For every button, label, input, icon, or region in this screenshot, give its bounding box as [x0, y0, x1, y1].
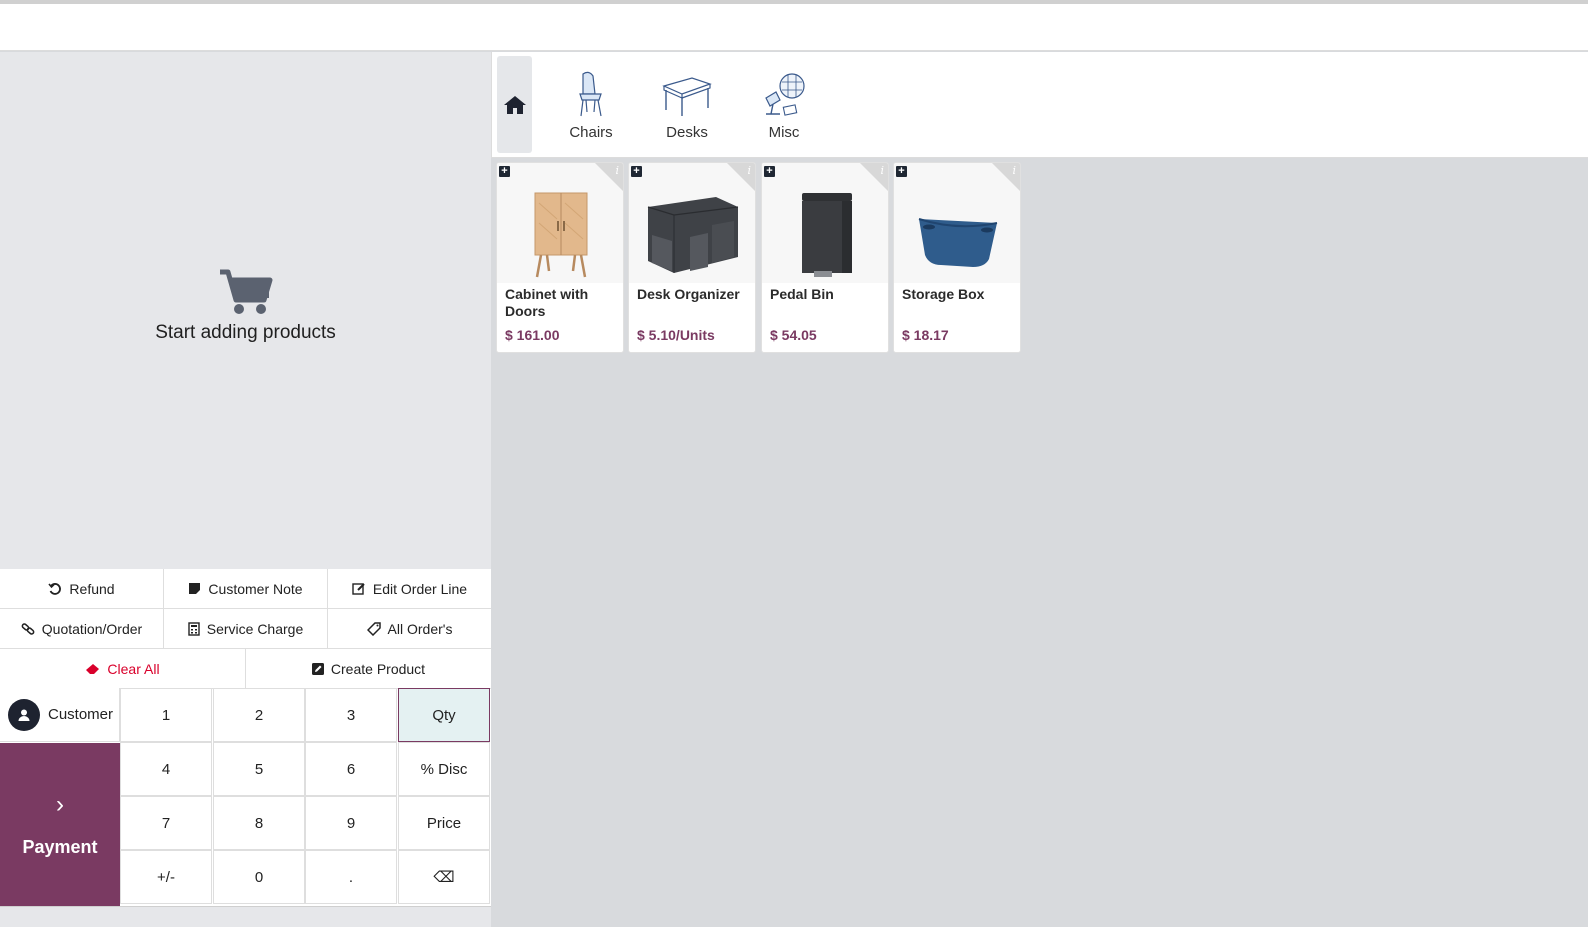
eraser-icon: [86, 663, 100, 674]
product-card[interactable]: + i Storage Box $ 18.17: [893, 162, 1021, 353]
all-orders-button[interactable]: All Order's: [328, 609, 491, 649]
sticky-note-icon: [189, 583, 201, 594]
payment-button[interactable]: › Payment: [0, 743, 120, 906]
numpad-key-8[interactable]: 8: [213, 796, 305, 850]
customer-button[interactable]: Customer: [0, 688, 120, 742]
add-product-icon[interactable]: +: [896, 166, 907, 177]
add-product-icon[interactable]: +: [631, 166, 642, 177]
clear-all-button[interactable]: Clear All: [0, 649, 246, 689]
numpad-key-5[interactable]: 5: [213, 742, 305, 796]
home-icon: [503, 95, 526, 114]
category-label: Chairs: [569, 124, 613, 141]
create-product-label: Create Product: [330, 660, 426, 677]
link-icon: [21, 622, 35, 635]
empty-cart-message: Start adding products: [155, 322, 336, 343]
numpad-key-7[interactable]: 7: [120, 796, 212, 850]
desk-icon: [662, 77, 712, 116]
numpad-key-3[interactable]: 3: [305, 688, 397, 742]
backspace-button[interactable]: ⌫: [398, 850, 490, 904]
edit-order-line-button[interactable]: Edit Order Line: [328, 569, 491, 609]
price-mode-button[interactable]: Price: [398, 796, 490, 850]
category-label: Desks: [666, 124, 708, 141]
quotation-order-button[interactable]: Quotation/Order: [0, 609, 164, 649]
quotation-order-label: Quotation/Order: [41, 620, 143, 637]
calculator-icon: [188, 621, 200, 636]
control-row-3: Clear All Create Product: [0, 649, 491, 689]
product-price: $ 161.00: [505, 327, 560, 343]
empty-cart-state: Start adding products: [0, 268, 491, 344]
info-icon[interactable]: i: [747, 164, 751, 177]
user-avatar-icon: [8, 698, 40, 731]
numpad-key-9[interactable]: 9: [305, 796, 397, 850]
cabinet-icon: [534, 192, 588, 278]
left-pane-footer: [0, 906, 491, 927]
shopping-cart-icon: [219, 269, 272, 314]
payment-label: Payment: [22, 837, 98, 857]
product-name: Cabinet with Doors: [505, 286, 589, 319]
pencil-square-icon: [311, 662, 324, 675]
refund-label: Refund: [69, 580, 115, 597]
desk-organizer-icon: [647, 197, 739, 273]
add-product-icon[interactable]: +: [764, 166, 775, 177]
customer-note-label: Customer Note: [208, 580, 303, 597]
numpad-key-6[interactable]: 6: [305, 742, 397, 796]
info-icon[interactable]: i: [1012, 164, 1016, 177]
product-price: $ 54.05: [770, 327, 817, 343]
storage-box-icon: [918, 218, 998, 267]
category-misc[interactable]: Misc: [749, 70, 819, 141]
category-chairs[interactable]: Chairs: [556, 70, 626, 141]
category-desks[interactable]: Desks: [652, 70, 722, 141]
numpad-key-0[interactable]: 0: [213, 850, 305, 904]
service-charge-button[interactable]: Service Charge: [164, 609, 328, 649]
lamp-icon: [765, 73, 805, 116]
product-price: $ 5.10/Units: [637, 327, 715, 343]
qty-mode-button[interactable]: Qty: [398, 688, 490, 742]
numpad-key-1[interactable]: 1: [120, 688, 212, 742]
home-category-button[interactable]: [497, 56, 532, 153]
clear-all-label: Clear All: [107, 660, 160, 677]
customer-note-button[interactable]: Customer Note: [164, 569, 328, 609]
numpad-area: Customer › Payment 1 2 3 Qty 4 5 6 % Dis…: [0, 688, 491, 906]
top-navbar: [0, 4, 1588, 51]
discount-mode-button[interactable]: % Disc: [398, 742, 490, 796]
product-card[interactable]: + i Pedal Bin $ 54.05: [761, 162, 889, 353]
product-name: Desk Organizer: [637, 286, 740, 302]
info-icon[interactable]: i: [615, 164, 619, 177]
create-product-button[interactable]: Create Product: [246, 649, 491, 689]
product-name: Pedal Bin: [770, 286, 834, 302]
control-row-1: Refund Customer Note Edit Order Line: [0, 569, 491, 609]
info-icon[interactable]: i: [880, 164, 884, 177]
customer-label: Customer: [48, 706, 114, 723]
numpad-key-plus-minus[interactable]: +/-: [120, 850, 212, 904]
numpad-key-2[interactable]: 2: [213, 688, 305, 742]
undo-icon: [48, 582, 62, 595]
product-card[interactable]: + i Cabinet with Doors $ 161.00: [496, 162, 624, 353]
chair-icon: [579, 71, 602, 117]
category-label: Misc: [768, 124, 800, 141]
pedal-bin-icon: [802, 193, 852, 277]
product-price: $ 18.17: [902, 327, 949, 343]
product-card[interactable]: + i Desk Organizer $ 5.10/Units: [628, 162, 756, 353]
edit-icon: [352, 582, 365, 595]
product-grid: + i Cabinet with Doors $ 161.00 + i Desk…: [491, 159, 1588, 927]
category-bar: Chairs Desks Misc: [491, 52, 1588, 158]
numpad-key-4[interactable]: 4: [120, 742, 212, 796]
edit-order-line-label: Edit Order Line: [372, 580, 468, 597]
service-charge-label: Service Charge: [206, 620, 304, 637]
all-orders-label: All Order's: [387, 620, 453, 637]
add-product-icon[interactable]: +: [499, 166, 510, 177]
numpad-key-decimal[interactable]: .: [305, 850, 397, 904]
product-name: Storage Box: [902, 286, 985, 302]
tag-icon: [366, 621, 381, 636]
refund-button[interactable]: Refund: [0, 569, 164, 609]
chevron-right-icon: ›: [56, 791, 64, 818]
control-row-2: Quotation/Order Service Charge All Order…: [0, 609, 491, 649]
